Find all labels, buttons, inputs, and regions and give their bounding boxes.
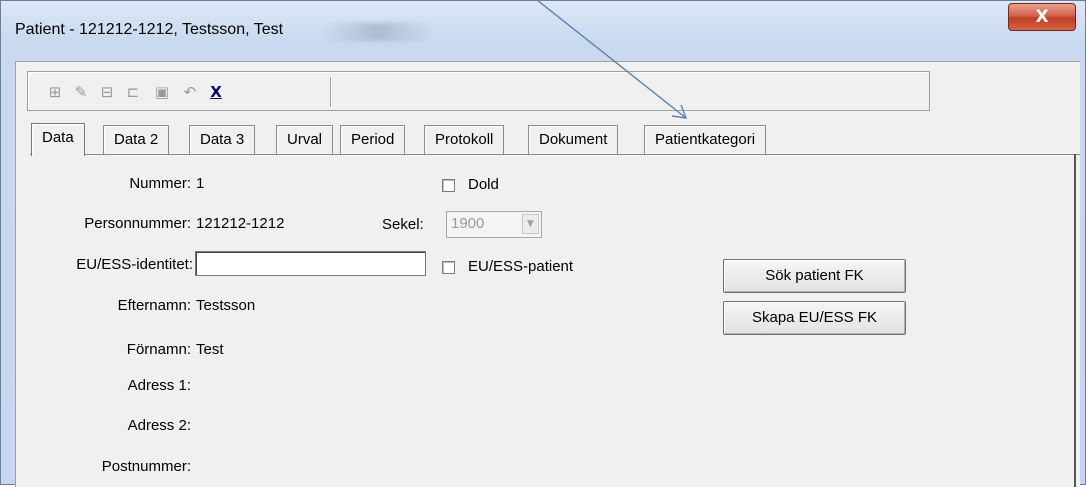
tab-data-3[interactable]: Data 3	[189, 125, 256, 154]
personnummer-value: 121212-1212	[196, 215, 285, 232]
sekel-label: Sekel:	[382, 216, 424, 233]
title-blurred-region	[323, 23, 433, 41]
nummer-value: 1	[196, 175, 205, 192]
tab-data[interactable]: Data	[31, 123, 85, 156]
title-bar[interactable]: Patient - 121212-1212, Testsson, Test X	[1, 1, 1085, 61]
sekel-select[interactable]: 1900 ▼	[446, 211, 542, 238]
euess-identitet-input[interactable]	[195, 251, 426, 276]
tab-protokoll[interactable]: Protokoll	[424, 125, 505, 154]
tab-data-2[interactable]: Data 2	[103, 125, 170, 154]
cancel-record-icon[interactable]: ⊏	[122, 82, 144, 102]
tab-dokument[interactable]: Dokument	[528, 125, 619, 154]
edit-record-icon[interactable]: ✎	[70, 82, 92, 102]
undo-icon[interactable]: ↶	[179, 82, 201, 102]
tab-patientkategori[interactable]: Patientkategori	[644, 125, 767, 154]
fornamn-value: Test	[196, 341, 224, 358]
toolbar-separator	[330, 77, 331, 107]
tab-urval[interactable]: Urval	[276, 125, 334, 154]
delete-record-icon[interactable]: ⊟	[96, 82, 118, 102]
panel-right-edge	[1074, 154, 1076, 487]
personnummer-label: Personnummer:	[84, 215, 191, 232]
skapa-euess-fk-button[interactable]: Skapa EU/ESS FK	[723, 301, 906, 335]
patient-window: Patient - 121212-1212, Testsson, Test X …	[0, 0, 1086, 487]
tab-panel-data	[30, 154, 1080, 487]
efternamn-label: Efternamn:	[117, 297, 191, 314]
chevron-down-icon[interactable]: ▼	[522, 214, 539, 234]
window-client-area: ⊞ ✎ ⊟ ⊏ ▣ ↶ X Data Data 2 Data 3 Urval P…	[15, 61, 1080, 487]
adress1-label: Adress 1:	[127, 377, 191, 394]
window-title: Patient - 121212-1212, Testsson, Test	[15, 21, 284, 38]
euess-identitet-label: EU/ESS-identitet:	[76, 256, 193, 273]
sekel-value: 1900	[451, 215, 485, 232]
tab-period[interactable]: Period	[340, 125, 406, 154]
nummer-label: Nummer:	[129, 175, 191, 192]
fornamn-label: Förnamn:	[126, 341, 191, 358]
close-window-button[interactable]: X	[1008, 3, 1076, 31]
euess-patient-label: EU/ESS-patient	[468, 258, 574, 275]
postnummer-label: Postnummer:	[101, 458, 191, 475]
efternamn-value: Testsson	[196, 297, 256, 314]
save-record-icon[interactable]: ▣	[151, 82, 173, 102]
close-x-icon[interactable]: X	[205, 82, 227, 102]
add-record-icon[interactable]: ⊞	[44, 82, 66, 102]
dold-label: Dold	[468, 176, 499, 193]
euess-patient-checkbox[interactable]	[442, 261, 455, 274]
toolbar: ⊞ ✎ ⊟ ⊏ ▣ ↶ X	[27, 71, 930, 111]
sok-patient-fk-button[interactable]: Sök patient FK	[723, 259, 906, 293]
dold-checkbox[interactable]	[442, 179, 455, 192]
adress2-label: Adress 2:	[127, 417, 191, 434]
